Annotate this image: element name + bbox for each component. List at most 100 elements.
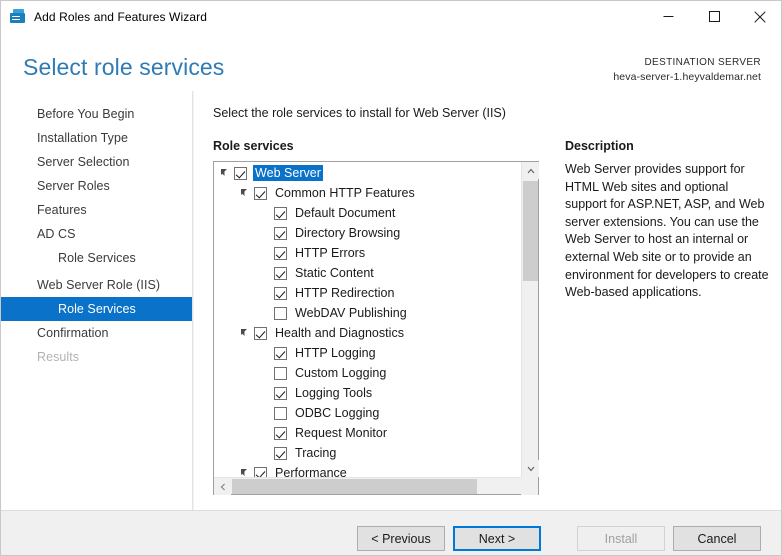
tree-item-label: Request Monitor <box>295 426 388 440</box>
description-text: Web Server provides support for HTML Web… <box>565 162 769 300</box>
sidebar-item-installation-type[interactable]: Installation Type <box>1 126 192 150</box>
tree-item-label: Logging Tools <box>295 386 373 400</box>
sidebar-item-label: Confirmation <box>37 326 109 340</box>
description-title: Description <box>565 139 634 153</box>
tree-item-label: Performance <box>275 466 347 477</box>
minimize-button[interactable] <box>645 1 691 32</box>
tree-vertical-scrollbar[interactable] <box>521 162 539 477</box>
install-button: Install <box>577 526 665 551</box>
checkbox-unchecked[interactable] <box>274 306 287 320</box>
checkbox-checked[interactable] <box>254 466 267 477</box>
footer-buttons: < Previous Next > Install Cancel <box>349 526 761 551</box>
expander-expanded-icon[interactable] <box>238 183 254 203</box>
tree-row[interactable]: HTTP Redirection <box>214 283 521 303</box>
tree-row[interactable]: HTTP Logging <box>214 343 521 363</box>
tree-item-label: Common HTTP Features <box>275 186 415 200</box>
tree-item-label: Default Document <box>295 206 396 220</box>
next-button[interactable]: Next > <box>453 526 541 551</box>
sidebar-item-label: Results <box>37 350 80 364</box>
wizard-window: Add Roles and Features Wizard Select rol… <box>0 0 782 556</box>
tree-row[interactable]: Static Content <box>214 263 521 283</box>
footer-bar: < Previous Next > Install Cancel <box>1 510 781 555</box>
checkbox-checked[interactable] <box>234 166 247 180</box>
tree-item-label: Web Server <box>253 165 323 181</box>
tree-horizontal-scrollbar[interactable] <box>214 477 538 495</box>
sidebar-item-label: AD CS <box>37 227 76 241</box>
checkbox-unchecked[interactable] <box>274 366 287 380</box>
checkbox-checked[interactable] <box>274 346 287 360</box>
checkbox-checked[interactable] <box>274 446 287 460</box>
checkbox-checked[interactable] <box>274 246 287 260</box>
tree-item-label: WebDAV Publishing <box>295 306 407 320</box>
sidebar-item-label: Role Services <box>58 251 136 265</box>
sidebar-item-server-roles[interactable]: Server Roles <box>1 174 192 198</box>
tree-row[interactable]: Common HTTP Features <box>214 183 521 203</box>
tree-row[interactable]: WebDAV Publishing <box>214 303 521 323</box>
tree-horizontal-scroll-thumb[interactable] <box>232 479 477 494</box>
close-button[interactable] <box>737 1 781 32</box>
role-services-label: Role services <box>213 139 294 153</box>
checkbox-checked[interactable] <box>274 226 287 240</box>
scroll-down-button[interactable] <box>522 460 539 477</box>
sidebar-item-label: Web Server Role (IIS) <box>37 278 161 292</box>
tree-item-label: Directory Browsing <box>295 226 401 240</box>
tree-row[interactable]: Directory Browsing <box>214 223 521 243</box>
tree-row[interactable]: Request Monitor <box>214 423 521 443</box>
close-icon <box>754 10 766 23</box>
tree-row[interactable]: Logging Tools <box>214 383 521 403</box>
role-services-tree-viewport[interactable]: Web Server Common HTTP Features Default Do… <box>214 162 521 477</box>
window-title: Add Roles and Features Wizard <box>34 9 207 24</box>
scroll-left-icon <box>220 483 225 490</box>
sidebar-item-features[interactable]: Features <box>1 198 192 222</box>
tree-row[interactable]: Health and Diagnostics <box>214 323 521 343</box>
tree-row[interactable]: HTTP Errors <box>214 243 521 263</box>
sidebar-item-results: Results <box>1 345 192 369</box>
expander-expanded-icon[interactable] <box>218 163 234 183</box>
checkbox-checked[interactable] <box>274 386 287 400</box>
scroll-left-button[interactable] <box>214 478 231 495</box>
tree-item-label: HTTP Logging <box>295 346 376 360</box>
sidebar-item-server-selection[interactable]: Server Selection <box>1 150 192 174</box>
expander-expanded-icon[interactable] <box>238 463 254 477</box>
expander-expanded-icon[interactable] <box>238 323 254 343</box>
sidebar-item-label: Before You Begin <box>37 107 135 121</box>
checkbox-checked[interactable] <box>274 206 287 220</box>
tree-item-label: HTTP Errors <box>295 246 366 260</box>
checkbox-checked[interactable] <box>254 186 267 200</box>
destination-server-block: DESTINATION SERVER heva-server-1.heyvald… <box>613 55 761 85</box>
tree-item-label: HTTP Redirection <box>295 286 395 300</box>
tree-item-label: Health and Diagnostics <box>275 326 404 340</box>
checkbox-checked[interactable] <box>254 326 267 340</box>
checkbox-checked[interactable] <box>274 286 287 300</box>
scroll-up-icon <box>527 168 534 173</box>
scroll-up-button[interactable] <box>522 162 539 179</box>
checkbox-checked[interactable] <box>274 426 287 440</box>
tree-item-label: Custom Logging <box>295 366 387 380</box>
tree-item-label: Static Content <box>295 266 374 280</box>
server-roles-icon <box>10 8 26 25</box>
checkbox-checked[interactable] <box>274 266 287 280</box>
checkbox-unchecked[interactable] <box>274 406 287 420</box>
sidebar-item-before-you-begin[interactable]: Before You Begin <box>1 102 192 126</box>
sidebar-item-ad-cs[interactable]: AD CS <box>1 222 192 246</box>
previous-button[interactable]: < Previous <box>357 526 445 551</box>
sidebar-item-role-services[interactable]: Role Services <box>1 297 192 321</box>
tree-row[interactable]: ODBC Logging <box>214 403 521 423</box>
maximize-button[interactable] <box>691 1 737 32</box>
sidebar-item-web-server-role-iis[interactable]: Web Server Role (IIS) <box>1 273 192 297</box>
tree-row[interactable]: Performance <box>214 463 521 477</box>
tree-row[interactable]: Custom Logging <box>214 363 521 383</box>
cancel-button[interactable]: Cancel <box>673 526 761 551</box>
sidebar-item-role-services[interactable]: Role Services <box>1 246 192 270</box>
body-area: Before You Begin Installation Type Server … <box>1 91 781 510</box>
sidebar-item-confirmation[interactable]: Confirmation <box>1 321 192 345</box>
page-title: Select role services <box>23 54 225 80</box>
tree-item-label: ODBC Logging <box>295 406 380 420</box>
instruction-text: Select the role services to install for … <box>213 106 506 120</box>
tree-row[interactable]: Tracing <box>214 443 521 463</box>
tree-row[interactable]: Default Document <box>214 203 521 223</box>
role-services-tree-box: Web Server Common HTTP Features Default Do… <box>213 161 539 495</box>
sidebar-item-label: Installation Type <box>37 131 128 145</box>
tree-vertical-scroll-thumb[interactable] <box>523 181 538 281</box>
tree-row[interactable]: Web Server <box>214 163 521 183</box>
